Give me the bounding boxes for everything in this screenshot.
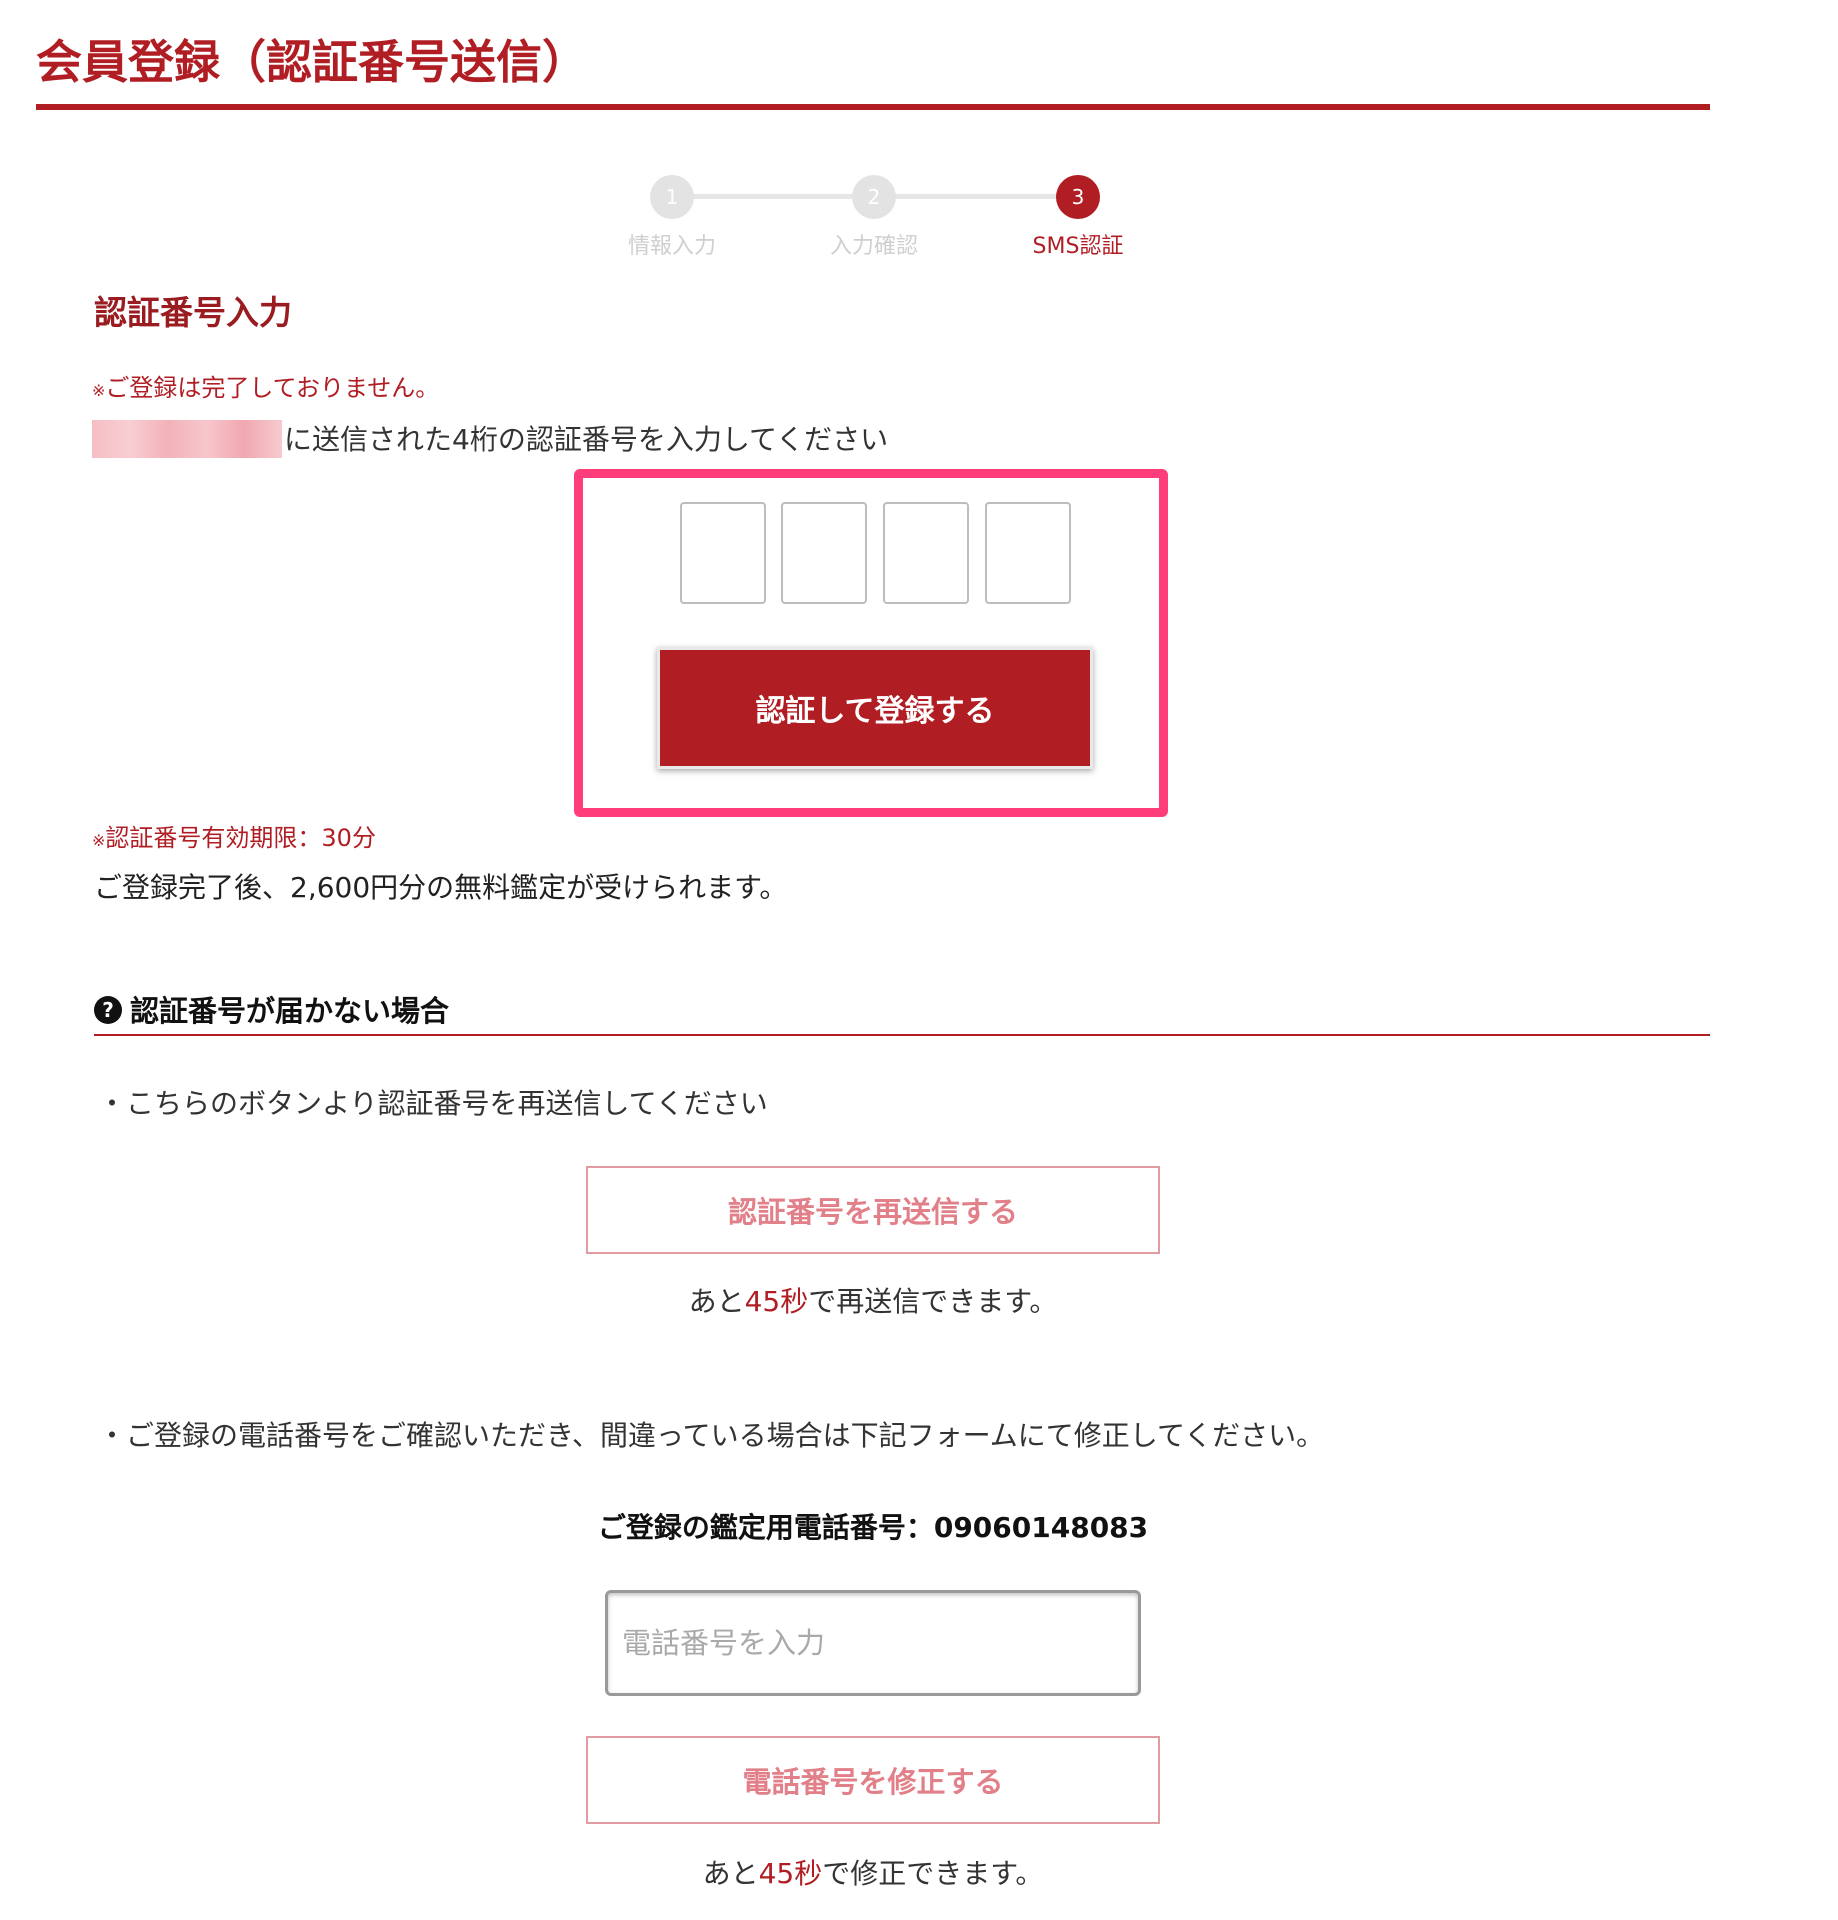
page-title: 会員登録（認証番号送信） xyxy=(36,35,588,89)
fix-countdown-seconds: 45秒 xyxy=(758,1857,823,1890)
help-divider xyxy=(94,1034,1710,1036)
expiry-mark: ※ xyxy=(92,831,106,850)
step-3-label: SMS認証 xyxy=(1032,234,1124,259)
fix-countdown: あと45秒で修正できます。 xyxy=(473,1852,1273,1892)
code-digit-2-input[interactable] xyxy=(781,502,867,604)
step-2-circle: 2 xyxy=(852,175,896,219)
resend-countdown-suffix: で再送信できます。 xyxy=(808,1285,1058,1318)
verify-register-button[interactable]: 認証して登録する xyxy=(657,647,1093,769)
masked-phone-number xyxy=(92,420,282,458)
registration-incomplete-notice: ※ご登録は完了しておりません。 xyxy=(92,368,439,403)
code-digit-3-input[interactable] xyxy=(883,502,969,604)
code-digit-1-input[interactable] xyxy=(680,502,766,604)
question-circle-icon: ? xyxy=(94,996,122,1024)
fix-phone-instruction: ・ご登録の電話番号をご確認いただき、間違っている場合は下記フォームにて修正してく… xyxy=(98,1419,1325,1452)
help-heading-text: 認証番号が届かない場合 xyxy=(130,994,450,1028)
step-1-circle: 1 xyxy=(650,175,694,219)
notice-text: ご登録は完了しておりません。 xyxy=(105,374,440,402)
fix-phone-button[interactable]: 電話番号を修正する xyxy=(586,1736,1160,1824)
verify-heading: 認証番号入力 xyxy=(94,293,292,332)
registered-phone-label: ご登録の鑑定用電話番号：09060148083 xyxy=(597,1511,1149,1544)
phone-number-input[interactable] xyxy=(605,1590,1141,1696)
fix-countdown-suffix: で修正できます。 xyxy=(822,1857,1044,1890)
code-instruction: に送信された4桁の認証番号を入力してください xyxy=(284,423,889,456)
notice-mark: ※ xyxy=(92,381,106,400)
resend-instruction: ・こちらのボタンより認証番号を再送信してください xyxy=(98,1087,768,1120)
code-expiry-notice: ※認証番号有効期限：30分 xyxy=(92,818,376,853)
step-1-label: 情報入力 xyxy=(627,234,716,259)
stepper-connector-1 xyxy=(680,194,870,199)
resend-countdown-prefix: あと xyxy=(688,1285,745,1318)
resend-countdown: あと45秒で再送信できます。 xyxy=(473,1280,1273,1320)
code-digit-4-input[interactable] xyxy=(985,502,1071,604)
bonus-message: ご登録完了後、2,600円分の無料鑑定が受けられます。 xyxy=(94,871,788,904)
resend-countdown-seconds: 45秒 xyxy=(744,1285,809,1318)
help-heading: ? 認証番号が届かない場合 xyxy=(94,988,449,1030)
resend-code-button[interactable]: 認証番号を再送信する xyxy=(586,1166,1160,1254)
step-2-label: 入力確認 xyxy=(829,234,918,259)
expiry-text: 認証番号有効期限：30分 xyxy=(105,824,376,852)
step-3-circle: 3 xyxy=(1056,175,1100,219)
stepper-connector-2 xyxy=(882,194,1078,199)
title-divider xyxy=(36,104,1710,110)
fix-countdown-prefix: あと xyxy=(702,1857,759,1890)
